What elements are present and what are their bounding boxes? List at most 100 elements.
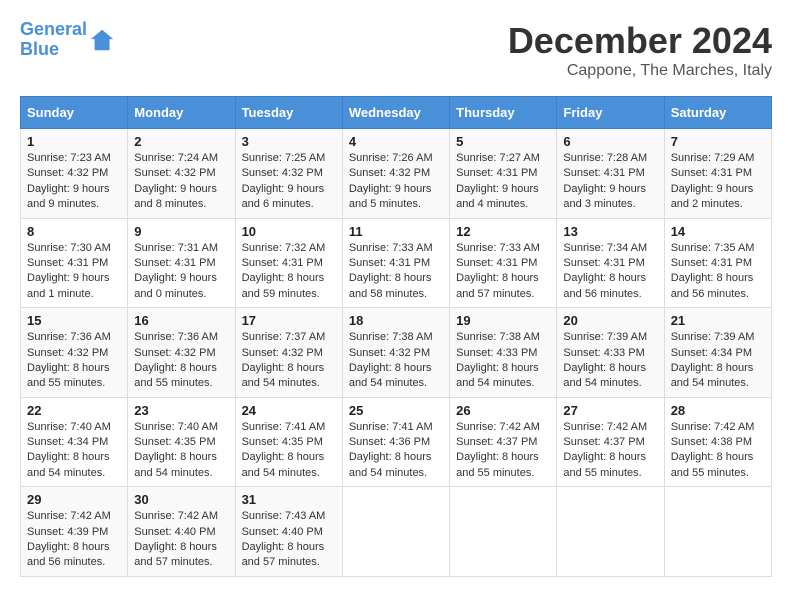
cell-info-line: and 56 minutes. (27, 555, 121, 570)
cell-info-line: Sunrise: 7:24 AM (134, 151, 228, 166)
cell-info-line: Sunrise: 7:28 AM (563, 151, 657, 166)
day-number: 22 (27, 403, 121, 418)
cell-info-line: and 54 minutes. (671, 376, 765, 391)
cell-info-line: Sunrise: 7:29 AM (671, 151, 765, 166)
cell-info-line: Daylight: 8 hours (563, 271, 657, 286)
day-header-monday: Monday (128, 97, 235, 129)
cell-info-line: Sunrise: 7:27 AM (456, 151, 550, 166)
calendar-cell (342, 487, 449, 577)
cell-info-line: Daylight: 8 hours (349, 450, 443, 465)
cell-info-line: Sunrise: 7:34 AM (563, 241, 657, 256)
cell-info-line: Daylight: 9 hours (671, 182, 765, 197)
calendar-cell: 1Sunrise: 7:23 AMSunset: 4:32 PMDaylight… (21, 129, 128, 219)
day-number: 8 (27, 224, 121, 239)
calendar-cell: 23Sunrise: 7:40 AMSunset: 4:35 PMDayligh… (128, 397, 235, 487)
day-number: 19 (456, 313, 550, 328)
day-number: 17 (242, 313, 336, 328)
cell-info-line: Daylight: 8 hours (349, 271, 443, 286)
day-number: 25 (349, 403, 443, 418)
cell-info-line: Sunrise: 7:38 AM (456, 330, 550, 345)
cell-info-line: Sunset: 4:31 PM (456, 256, 550, 271)
cell-info-line: and 56 minutes. (671, 287, 765, 302)
cell-info-line: Sunrise: 7:35 AM (671, 241, 765, 256)
month-title: December 2024 (508, 20, 772, 62)
day-number: 6 (563, 134, 657, 149)
cell-info-line: and 55 minutes. (27, 376, 121, 391)
cell-info-line: Sunrise: 7:30 AM (27, 241, 121, 256)
day-header-friday: Friday (557, 97, 664, 129)
cell-info-line: and 1 minute. (27, 287, 121, 302)
cell-info-line: Sunset: 4:32 PM (349, 346, 443, 361)
calendar-cell: 13Sunrise: 7:34 AMSunset: 4:31 PMDayligh… (557, 218, 664, 308)
calendar-cell: 11Sunrise: 7:33 AMSunset: 4:31 PMDayligh… (342, 218, 449, 308)
cell-info-line: Daylight: 8 hours (134, 361, 228, 376)
cell-info-line: Sunset: 4:39 PM (27, 525, 121, 540)
cell-info-line: Sunset: 4:32 PM (242, 346, 336, 361)
cell-info-line: Sunset: 4:31 PM (27, 256, 121, 271)
day-number: 2 (134, 134, 228, 149)
logo: General Blue (20, 20, 117, 60)
cell-info-line: Sunrise: 7:37 AM (242, 330, 336, 345)
cell-info-line: Daylight: 9 hours (27, 271, 121, 286)
day-number: 23 (134, 403, 228, 418)
cell-info-line: and 57 minutes. (242, 555, 336, 570)
day-number: 26 (456, 403, 550, 418)
day-number: 18 (349, 313, 443, 328)
cell-info-line: Daylight: 9 hours (349, 182, 443, 197)
cell-info-line: Daylight: 9 hours (456, 182, 550, 197)
cell-info-line: Sunrise: 7:42 AM (27, 509, 121, 524)
cell-info-line: Sunset: 4:31 PM (242, 256, 336, 271)
location-subtitle: Cappone, The Marches, Italy (508, 62, 772, 80)
calendar-cell: 26Sunrise: 7:42 AMSunset: 4:37 PMDayligh… (450, 397, 557, 487)
calendar-cell: 21Sunrise: 7:39 AMSunset: 4:34 PMDayligh… (664, 308, 771, 398)
cell-info-line: and 6 minutes. (242, 197, 336, 212)
cell-info-line: and 8 minutes. (134, 197, 228, 212)
calendar-cell: 15Sunrise: 7:36 AMSunset: 4:32 PMDayligh… (21, 308, 128, 398)
cell-info-line: Daylight: 8 hours (671, 361, 765, 376)
cell-info-line: Daylight: 8 hours (242, 540, 336, 555)
cell-info-line: Sunset: 4:32 PM (134, 346, 228, 361)
calendar-cell: 31Sunrise: 7:43 AMSunset: 4:40 PMDayligh… (235, 487, 342, 577)
day-number: 30 (134, 492, 228, 507)
logo-text: General Blue (20, 20, 87, 60)
cell-info-line: Sunrise: 7:39 AM (563, 330, 657, 345)
cell-info-line: and 55 minutes. (134, 376, 228, 391)
day-number: 28 (671, 403, 765, 418)
cell-info-line: Daylight: 8 hours (456, 271, 550, 286)
cell-info-line: Sunrise: 7:33 AM (456, 241, 550, 256)
cell-info-line: Sunset: 4:32 PM (27, 166, 121, 181)
cell-info-line: and 5 minutes. (349, 197, 443, 212)
cell-info-line: Sunset: 4:36 PM (349, 435, 443, 450)
cell-info-line: and 59 minutes. (242, 287, 336, 302)
day-number: 21 (671, 313, 765, 328)
day-number: 10 (242, 224, 336, 239)
day-number: 5 (456, 134, 550, 149)
day-header-tuesday: Tuesday (235, 97, 342, 129)
calendar-cell: 10Sunrise: 7:32 AMSunset: 4:31 PMDayligh… (235, 218, 342, 308)
cell-info-line: Daylight: 8 hours (242, 271, 336, 286)
day-number: 31 (242, 492, 336, 507)
cell-info-line: and 54 minutes. (134, 466, 228, 481)
cell-info-line: Daylight: 8 hours (671, 450, 765, 465)
cell-info-line: and 58 minutes. (349, 287, 443, 302)
calendar-cell: 5Sunrise: 7:27 AMSunset: 4:31 PMDaylight… (450, 129, 557, 219)
cell-info-line: Sunrise: 7:33 AM (349, 241, 443, 256)
calendar-cell: 14Sunrise: 7:35 AMSunset: 4:31 PMDayligh… (664, 218, 771, 308)
day-number: 11 (349, 224, 443, 239)
cell-info-line: Sunset: 4:31 PM (671, 166, 765, 181)
cell-info-line: and 9 minutes. (27, 197, 121, 212)
day-number: 3 (242, 134, 336, 149)
cell-info-line: Daylight: 8 hours (456, 361, 550, 376)
cell-info-line: Sunset: 4:40 PM (134, 525, 228, 540)
cell-info-line: and 55 minutes. (456, 466, 550, 481)
day-header-wednesday: Wednesday (342, 97, 449, 129)
calendar-cell: 3Sunrise: 7:25 AMSunset: 4:32 PMDaylight… (235, 129, 342, 219)
day-number: 16 (134, 313, 228, 328)
calendar-cell (450, 487, 557, 577)
cell-info-line: Sunrise: 7:41 AM (242, 420, 336, 435)
cell-info-line: Sunset: 4:33 PM (563, 346, 657, 361)
cell-info-line: Sunrise: 7:38 AM (349, 330, 443, 345)
cell-info-line: Sunrise: 7:40 AM (27, 420, 121, 435)
calendar-cell: 20Sunrise: 7:39 AMSunset: 4:33 PMDayligh… (557, 308, 664, 398)
cell-info-line: Daylight: 8 hours (27, 540, 121, 555)
